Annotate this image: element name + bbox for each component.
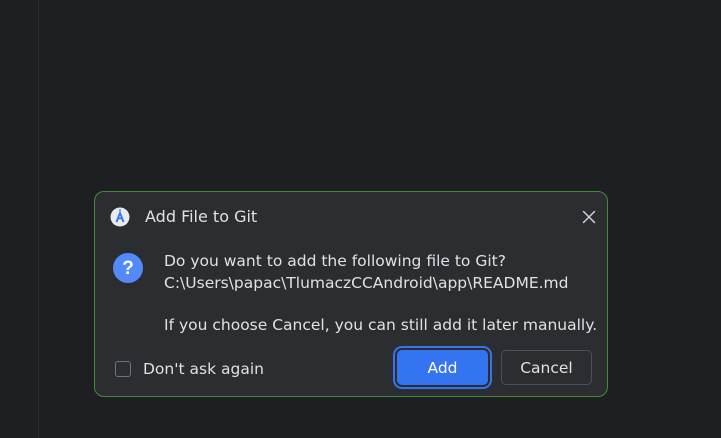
close-icon[interactable] [580,208,598,226]
editor-gutter-divider [38,0,39,438]
dialog-title: Add File to Git [145,207,258,226]
dont-ask-again-label[interactable]: Don't ask again [143,360,264,378]
add-file-to-git-dialog: Add File to Git ? Do you want to add the… [94,191,608,397]
dont-ask-again-checkbox[interactable] [115,361,131,377]
message-question: Do you want to add the following file to… [164,252,506,270]
dialog-title-bar[interactable]: Add File to Git [95,192,607,240]
add-button[interactable]: Add [397,350,488,385]
message-file-path: C:\Users\papac\TlumaczCCAndroid\app\READ… [164,274,569,292]
message-cancel-hint: If you choose Cancel, you can still add … [164,316,598,334]
dont-ask-again-option[interactable]: Don't ask again [115,358,264,380]
android-studio-icon [110,207,130,227]
cancel-button[interactable]: Cancel [501,350,592,385]
svg-text:?: ? [122,258,134,279]
question-icon: ? [113,253,143,283]
